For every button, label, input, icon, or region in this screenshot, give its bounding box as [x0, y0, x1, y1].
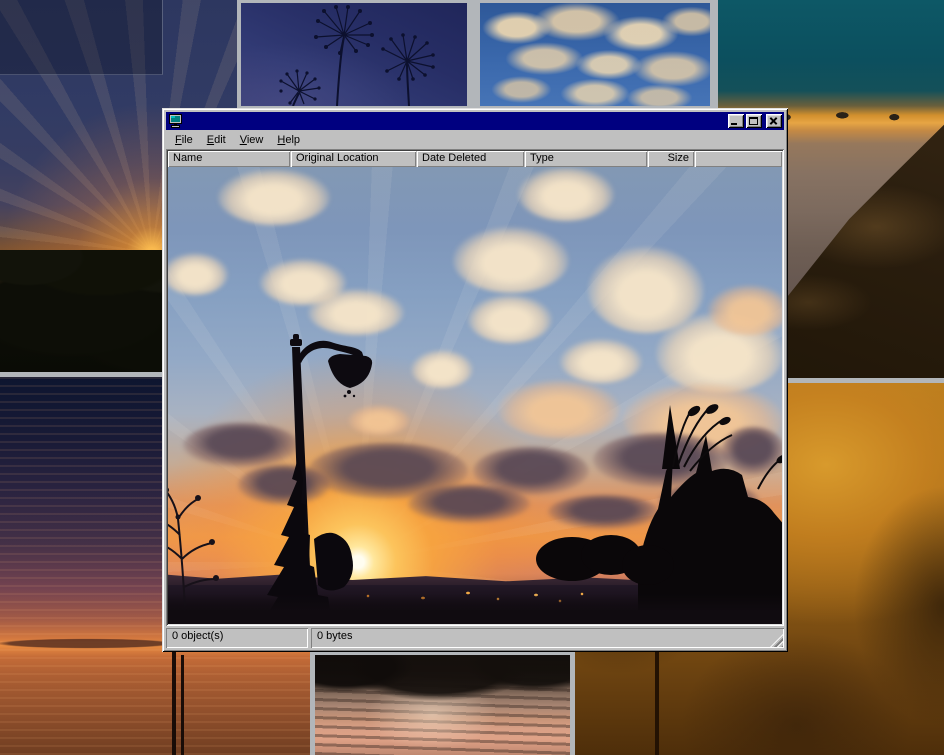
- close-icon: [766, 114, 782, 128]
- maximize-button[interactable]: [746, 114, 762, 128]
- column-header-size[interactable]: Size: [648, 151, 694, 167]
- menu-file[interactable]: File: [168, 132, 200, 148]
- column-headers: Name Original Location Date Deleted Type…: [168, 151, 782, 167]
- column-header-original-location[interactable]: Original Location: [291, 151, 416, 167]
- plant-silhouette: [241, 3, 467, 106]
- column-header-date-deleted[interactable]: Date Deleted: [417, 151, 524, 167]
- file-list-area[interactable]: Name Original Location Date Deleted Type…: [166, 149, 784, 626]
- water-pole: [172, 652, 176, 755]
- window-titlebar[interactable]: [166, 112, 784, 130]
- minimize-button[interactable]: [728, 114, 744, 128]
- water-pole: [181, 655, 184, 755]
- menu-edit[interactable]: Edit: [200, 132, 233, 148]
- column-header-type[interactable]: Type: [525, 151, 647, 167]
- column-header-name[interactable]: Name: [168, 151, 290, 167]
- column-header-empty[interactable]: [695, 151, 782, 167]
- wallpaper-tile-reflection-photo: [315, 655, 570, 755]
- wallpaper-tile-blue-sky-photo: [480, 3, 710, 106]
- close-button[interactable]: [766, 114, 782, 128]
- recycle-bin-window: File Edit View Help Name Original Locati…: [162, 108, 788, 652]
- foreground-shadow: [168, 594, 782, 624]
- right-trees: [536, 405, 782, 624]
- menu-bar: File Edit View Help: [165, 130, 785, 149]
- maximize-icon: [749, 117, 758, 125]
- sunset-photo: [168, 167, 782, 624]
- foreground-silhouettes: [168, 167, 782, 624]
- wallpaper-tile-dried-plants-photo: [241, 3, 467, 106]
- status-total-size: 0 bytes: [311, 628, 784, 648]
- status-object-count: 0 object(s): [166, 628, 308, 648]
- menu-help[interactable]: Help: [270, 132, 307, 148]
- menu-view[interactable]: View: [233, 132, 271, 148]
- wallpaper-tile-corner-photo: [0, 0, 163, 75]
- status-bar: 0 object(s) 0 bytes: [166, 628, 784, 648]
- computer-icon[interactable]: [168, 114, 184, 128]
- minimize-icon: [731, 123, 737, 125]
